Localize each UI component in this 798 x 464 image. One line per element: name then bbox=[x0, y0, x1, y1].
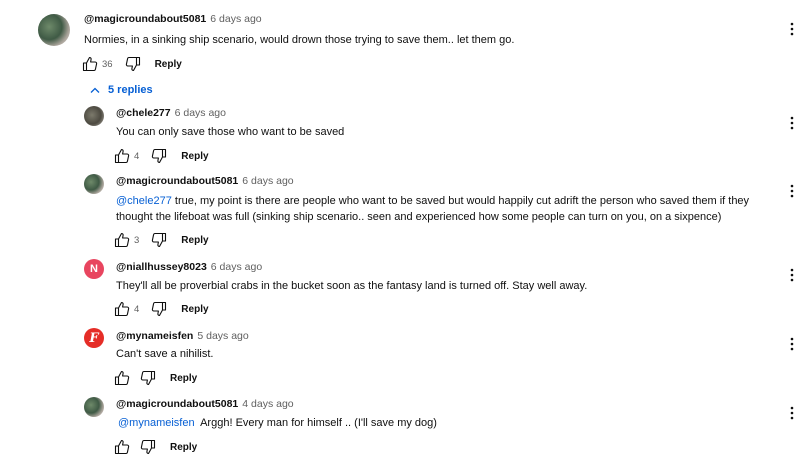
reply-text: You can only save those who want to be s… bbox=[116, 124, 776, 140]
replies-toggle-button[interactable]: 5 replies bbox=[90, 84, 153, 96]
avatar[interactable]: F bbox=[84, 328, 104, 348]
author-name[interactable]: @magicroundabout5081 bbox=[116, 175, 238, 187]
dislike-icon[interactable] bbox=[140, 370, 156, 386]
reply-button[interactable]: Reply bbox=[170, 373, 197, 384]
reply-button[interactable]: Reply bbox=[155, 59, 182, 70]
timestamp[interactable]: 6 days ago bbox=[211, 261, 262, 273]
reply-body: true, my point is there are people who w… bbox=[116, 195, 750, 223]
like-icon[interactable] bbox=[114, 439, 130, 455]
reply-body: They'll all be proverbial crabs in the b… bbox=[116, 280, 588, 292]
chevron-up-icon bbox=[90, 87, 100, 93]
reply-actions: Reply bbox=[114, 438, 197, 456]
dislike-icon[interactable] bbox=[125, 56, 141, 72]
like-icon[interactable] bbox=[114, 232, 130, 248]
reply-actions: Reply bbox=[114, 369, 197, 387]
avatar[interactable] bbox=[84, 397, 104, 417]
like-count: 3 bbox=[134, 234, 140, 246]
reply-header: @chele277 6 days ago bbox=[116, 107, 226, 119]
like-icon[interactable] bbox=[114, 301, 130, 317]
more-options-icon[interactable] bbox=[789, 337, 795, 351]
reply-actions: 3 Reply bbox=[114, 231, 209, 249]
comment-text: Normies, in a sinking ship scenario, wou… bbox=[84, 34, 515, 46]
replies-count-label: 5 replies bbox=[108, 84, 153, 96]
like-count: 4 bbox=[134, 150, 140, 162]
avatar[interactable] bbox=[38, 14, 70, 46]
reply-header: @niallhussey8023 6 days ago bbox=[116, 261, 262, 273]
like-icon[interactable] bbox=[82, 56, 98, 72]
avatar[interactable] bbox=[84, 174, 104, 194]
timestamp[interactable]: 6 days ago bbox=[175, 107, 226, 119]
author-name[interactable]: @chele277 bbox=[116, 107, 171, 119]
reply-text: @chele277 true, my point is there are pe… bbox=[116, 193, 776, 225]
dislike-icon[interactable] bbox=[151, 148, 167, 164]
more-options-icon[interactable] bbox=[789, 116, 795, 130]
dislike-icon[interactable] bbox=[151, 301, 167, 317]
author-name[interactable]: @magicroundabout5081 bbox=[84, 13, 206, 25]
reply-button[interactable]: Reply bbox=[181, 151, 208, 162]
timestamp[interactable]: 4 days ago bbox=[242, 398, 293, 410]
like-icon[interactable] bbox=[114, 148, 130, 164]
dislike-icon[interactable] bbox=[140, 439, 156, 455]
reply-text: @mynameisfen Arggh! Every man for himsel… bbox=[118, 415, 778, 431]
more-options-icon[interactable] bbox=[789, 406, 795, 420]
like-count: 4 bbox=[134, 303, 140, 315]
like-count: 36 bbox=[102, 58, 113, 70]
author-name[interactable]: @magicroundabout5081 bbox=[116, 398, 238, 410]
avatar[interactable] bbox=[84, 106, 104, 126]
reply-button[interactable]: Reply bbox=[181, 304, 208, 315]
reply-body: You can only save those who want to be s… bbox=[116, 126, 345, 138]
comment-actions: 36 Reply bbox=[82, 55, 182, 73]
avatar[interactable]: N bbox=[84, 259, 104, 279]
reply-button[interactable]: Reply bbox=[181, 235, 208, 246]
reply-header: @magicroundabout5081 6 days ago bbox=[116, 175, 294, 187]
reply-text: They'll all be proverbial crabs in the b… bbox=[116, 278, 776, 294]
reply-body: Arggh! Every man for himself .. (I'll sa… bbox=[194, 417, 437, 429]
more-options-icon[interactable] bbox=[789, 22, 795, 36]
reply-button[interactable]: Reply bbox=[170, 442, 197, 453]
comment-header: @magicroundabout5081 6 days ago bbox=[84, 13, 262, 25]
more-options-icon[interactable] bbox=[789, 268, 795, 282]
reply-text: Can't save a nihilist. bbox=[116, 346, 776, 362]
comment-thread: @magicroundabout5081 6 days ago Normies, … bbox=[0, 0, 798, 464]
like-icon[interactable] bbox=[114, 370, 130, 386]
reply-actions: 4 Reply bbox=[114, 147, 209, 165]
timestamp[interactable]: 6 days ago bbox=[210, 13, 261, 25]
mention-link[interactable]: @chele277 bbox=[116, 195, 172, 207]
reply-actions: 4 Reply bbox=[114, 300, 209, 318]
more-options-icon[interactable] bbox=[789, 184, 795, 198]
dislike-icon[interactable] bbox=[151, 232, 167, 248]
author-name[interactable]: @niallhussey8023 bbox=[116, 261, 207, 273]
timestamp[interactable]: 6 days ago bbox=[242, 175, 293, 187]
reply-header: @mynameisfen 5 days ago bbox=[116, 330, 249, 342]
mention-link[interactable]: @mynameisfen bbox=[118, 417, 195, 429]
author-name[interactable]: @mynameisfen bbox=[116, 330, 193, 342]
reply-header: @magicroundabout5081 4 days ago bbox=[116, 398, 294, 410]
reply-body: Can't save a nihilist. bbox=[116, 348, 214, 360]
timestamp[interactable]: 5 days ago bbox=[197, 330, 248, 342]
